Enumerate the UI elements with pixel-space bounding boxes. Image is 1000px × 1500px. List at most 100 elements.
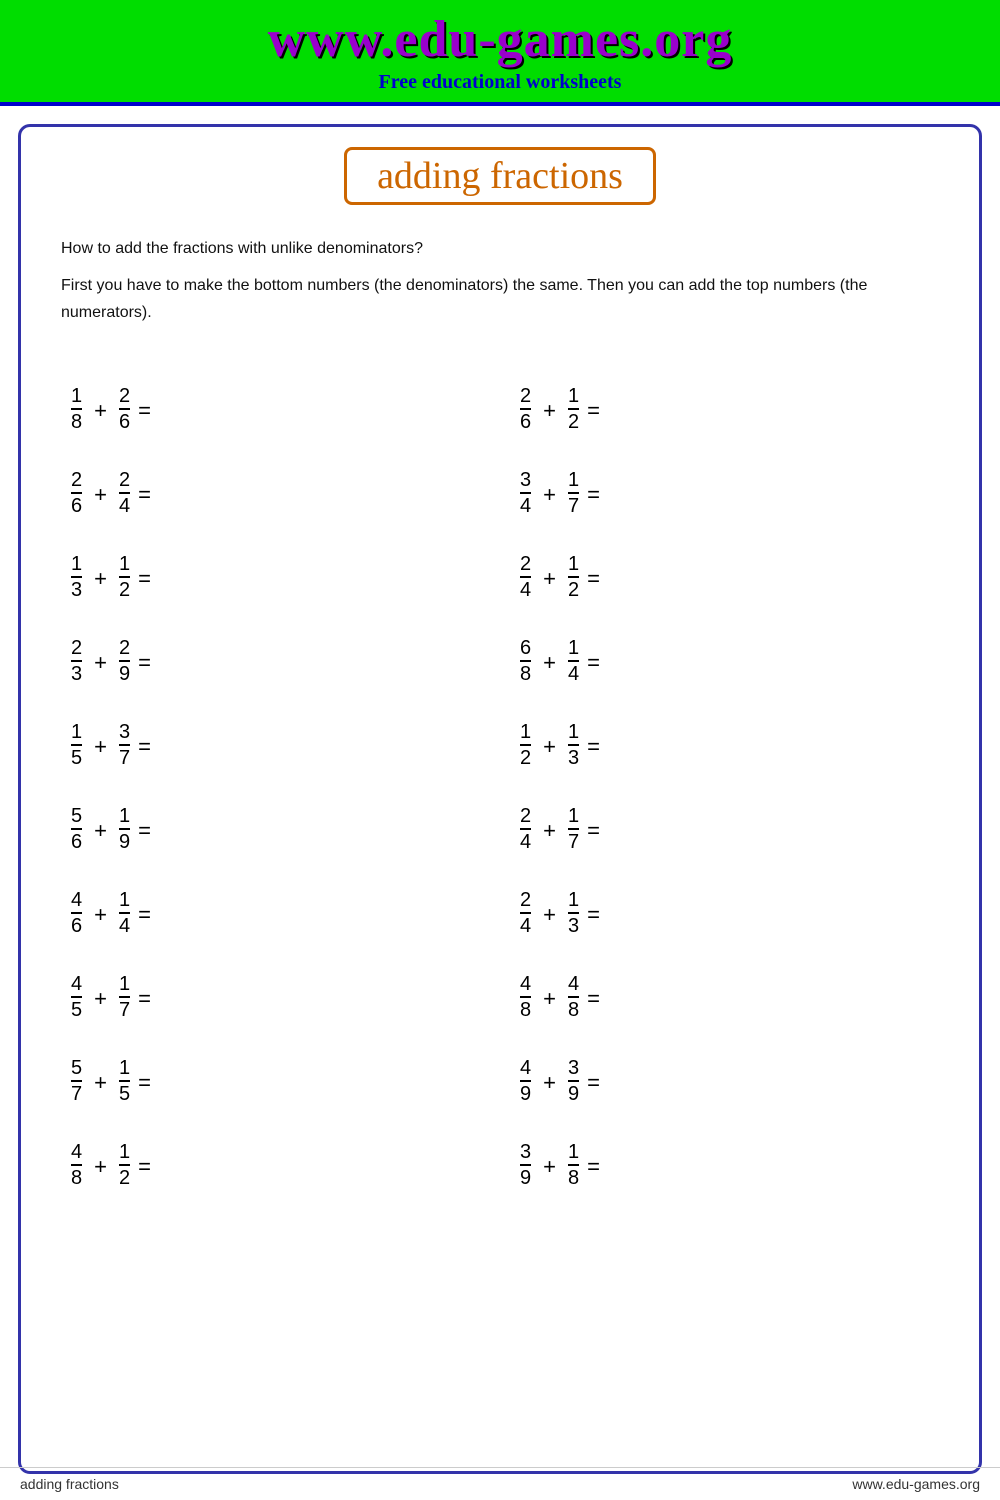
fraction-left: 4 9	[520, 1057, 531, 1105]
problem-cell: 3 4 + 1 7 =	[500, 451, 949, 535]
footer-left: adding fractions	[20, 1476, 119, 1492]
problem-cell: 4 6 + 1 4 =	[51, 871, 500, 955]
fraction-left: 1 8	[71, 385, 82, 433]
fraction-right: 2 4	[119, 469, 130, 517]
equals-sign: =	[138, 734, 151, 760]
fraction-right: 1 2	[568, 553, 579, 601]
fraction-left: 2 4	[520, 805, 531, 853]
plus-operator: +	[90, 566, 111, 592]
problem-cell: 1 2 + 1 3 =	[500, 703, 949, 787]
plus-operator: +	[539, 818, 560, 844]
equals-sign: =	[138, 902, 151, 928]
problem-cell: 2 3 + 2 9 =	[51, 619, 500, 703]
plus-operator: +	[539, 986, 560, 1012]
problem-cell: 6 8 + 1 4 =	[500, 619, 949, 703]
plus-operator: +	[539, 1154, 560, 1180]
equals-sign: =	[587, 986, 600, 1012]
problem-cell: 2 4 + 1 7 =	[500, 787, 949, 871]
fraction-right: 1 2	[119, 1141, 130, 1189]
equals-sign: =	[587, 1154, 600, 1180]
fraction-left: 4 5	[71, 973, 82, 1021]
problem-cell: 2 4 + 1 2 =	[500, 535, 949, 619]
equals-sign: =	[587, 398, 600, 424]
plus-operator: +	[539, 734, 560, 760]
problem-cell: 4 8 + 1 2 =	[51, 1123, 500, 1207]
footer-right: www.edu-games.org	[852, 1476, 980, 1492]
problems-grid: 1 8 + 2 6 = 2 6 + 1 2 =	[21, 347, 979, 1237]
equals-sign: =	[138, 818, 151, 844]
fraction-left: 3 4	[520, 469, 531, 517]
fraction-right: 1 4	[568, 637, 579, 685]
plus-operator: +	[90, 482, 111, 508]
fraction-left: 5 7	[71, 1057, 82, 1105]
equals-sign: =	[587, 650, 600, 676]
plus-operator: +	[90, 1154, 111, 1180]
fraction-right: 1 2	[119, 553, 130, 601]
fraction-left: 2 4	[520, 553, 531, 601]
fraction-right: 3 9	[568, 1057, 579, 1105]
plus-operator: +	[90, 398, 111, 424]
plus-operator: +	[539, 482, 560, 508]
fraction-right: 2 6	[119, 385, 130, 433]
page-title: adding fractions	[344, 147, 656, 205]
plus-operator: +	[90, 818, 111, 844]
problem-cell: 3 9 + 1 8 =	[500, 1123, 949, 1207]
fraction-right: 1 4	[119, 889, 130, 937]
equals-sign: =	[138, 1154, 151, 1180]
equals-sign: =	[587, 1070, 600, 1096]
problem-cell: 4 9 + 3 9 =	[500, 1039, 949, 1123]
fraction-left: 1 2	[520, 721, 531, 769]
fraction-left: 6 8	[520, 637, 531, 685]
plus-operator: +	[539, 650, 560, 676]
fraction-right: 1 3	[568, 721, 579, 769]
plus-operator: +	[90, 1070, 111, 1096]
equals-sign: =	[587, 482, 600, 508]
plus-operator: +	[539, 902, 560, 928]
fraction-left: 5 6	[71, 805, 82, 853]
plus-operator: +	[539, 1070, 560, 1096]
equals-sign: =	[587, 902, 600, 928]
problem-cell: 5 7 + 1 5 =	[51, 1039, 500, 1123]
fraction-right: 3 7	[119, 721, 130, 769]
problem-cell: 4 5 + 1 7 =	[51, 955, 500, 1039]
fraction-right: 1 3	[568, 889, 579, 937]
problem-cell: 2 6 + 2 4 =	[51, 451, 500, 535]
fraction-right: 4 8	[568, 973, 579, 1021]
equals-sign: =	[138, 986, 151, 1012]
fraction-left: 2 4	[520, 889, 531, 937]
fraction-right: 1 2	[568, 385, 579, 433]
equals-sign: =	[138, 398, 151, 424]
problem-cell: 2 4 + 1 3 =	[500, 871, 949, 955]
fraction-left: 2 3	[71, 637, 82, 685]
problem-cell: 5 6 + 1 9 =	[51, 787, 500, 871]
site-title: www.edu-games.org	[20, 10, 980, 69]
fraction-left: 2 6	[71, 469, 82, 517]
fraction-right: 1 7	[119, 973, 130, 1021]
subtitle: Free educational worksheets	[20, 71, 980, 94]
header: www.edu-games.org Free educational works…	[0, 0, 1000, 106]
problem-cell: 2 6 + 1 2 =	[500, 367, 949, 451]
fraction-right: 1 7	[568, 805, 579, 853]
fraction-right: 2 9	[119, 637, 130, 685]
plus-operator: +	[539, 566, 560, 592]
instructions: How to add the fractions with unlike den…	[21, 215, 979, 347]
equals-sign: =	[587, 734, 600, 760]
problem-cell: 1 5 + 3 7 =	[51, 703, 500, 787]
problem-cell: 1 8 + 2 6 =	[51, 367, 500, 451]
fraction-left: 1 3	[71, 553, 82, 601]
footer: adding fractions www.edu-games.org	[0, 1467, 1000, 1500]
fraction-right: 1 7	[568, 469, 579, 517]
equals-sign: =	[138, 650, 151, 676]
fraction-right: 1 8	[568, 1141, 579, 1189]
plus-operator: +	[90, 734, 111, 760]
instruction-2: First you have to make the bottom number…	[61, 272, 939, 326]
equals-sign: =	[138, 482, 151, 508]
equals-sign: =	[138, 566, 151, 592]
fraction-left: 4 6	[71, 889, 82, 937]
plus-operator: +	[90, 902, 111, 928]
plus-operator: +	[90, 650, 111, 676]
plus-operator: +	[539, 398, 560, 424]
fraction-left: 2 6	[520, 385, 531, 433]
equals-sign: =	[587, 566, 600, 592]
problem-cell: 4 8 + 4 8 =	[500, 955, 949, 1039]
